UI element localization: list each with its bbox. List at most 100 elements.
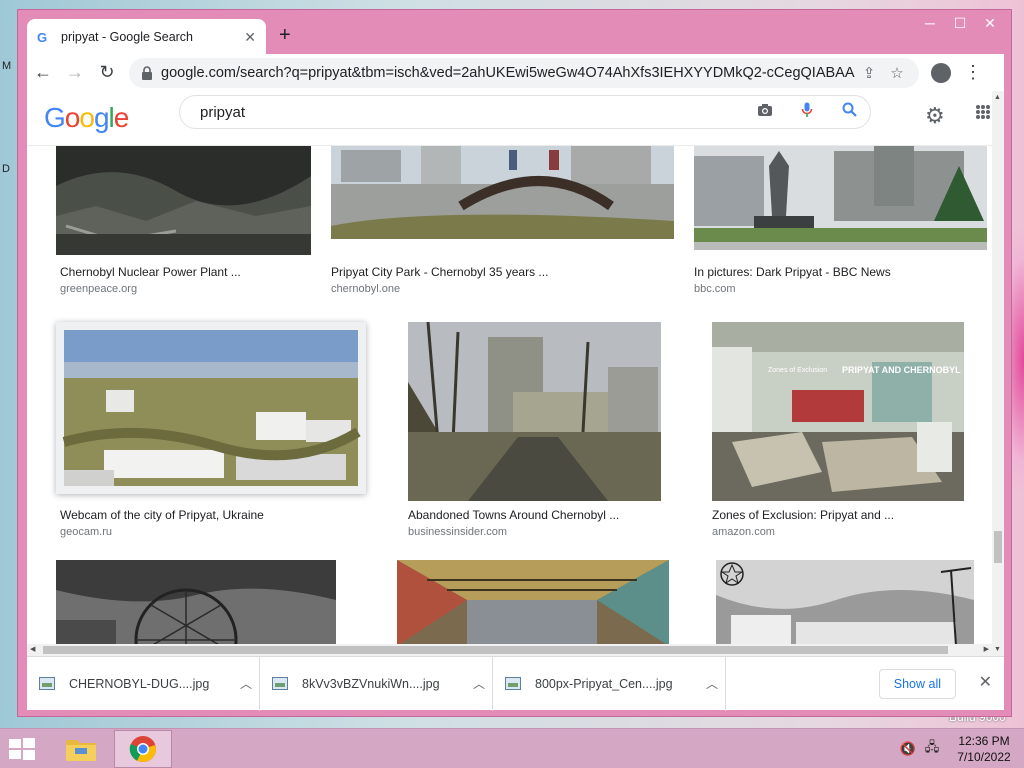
clock-time: 12:36 PM	[958, 734, 1010, 748]
reload-button[interactable]: ↻	[91, 57, 123, 89]
google-logo[interactable]: Google	[44, 102, 130, 134]
image-result-card[interactable]: Zones of Exclusion PRIPYAT AND CHERNOBYL…	[690, 314, 982, 538]
share-icon[interactable]: ⇪	[855, 64, 883, 82]
vertical-scroll-thumb[interactable]	[994, 531, 1002, 563]
title-bar[interactable]: G pripyat - Google Search ✕ + ─ ☐ ✕	[18, 10, 1011, 55]
result-source[interactable]: businessinsider.com	[408, 526, 507, 538]
image-result-card[interactable]	[387, 556, 687, 646]
avatar-icon	[931, 62, 951, 83]
chrome-taskbar-button[interactable]	[114, 730, 172, 768]
desktop-icon-label-d: D	[2, 163, 10, 175]
search-query-text[interactable]: pripyat	[200, 104, 744, 121]
result-thumbnail[interactable]	[716, 560, 974, 646]
download-filename[interactable]: 8kVv3vBZVnukiWn....jpg	[302, 677, 466, 691]
page-viewport: Google pripyat ⚙ Chernobyl Nuclear Power…	[27, 91, 1004, 656]
tab-title: pripyat - Google Search	[61, 30, 194, 44]
download-item[interactable]: 800px-Pripyat_Cen....jpg ︿	[493, 656, 726, 711]
address-bar[interactable]: google.com/search?q=pripyat&tbm=isch&ved…	[129, 57, 919, 88]
chevron-up-icon[interactable]: ︿	[466, 675, 492, 692]
image-result-card[interactable]	[690, 556, 982, 646]
network-icon[interactable]: 🖧	[920, 738, 944, 760]
image-file-icon	[39, 677, 55, 690]
image-file-icon	[505, 677, 521, 690]
scroll-up-arrow-icon[interactable]: ▲	[994, 94, 1001, 101]
result-thumbnail[interactable]	[56, 560, 336, 646]
close-downloads-bar-icon[interactable]: ✕	[979, 672, 992, 692]
volume-muted-icon[interactable]: 🔇	[896, 741, 920, 757]
result-source[interactable]: greenpeace.org	[60, 283, 137, 295]
scroll-left-arrow-icon[interactable]: ◀	[30, 645, 35, 653]
download-item[interactable]: 8kVv3vBZVnukiWn....jpg ︿	[260, 656, 493, 711]
google-favicon-icon: G	[37, 29, 48, 45]
downloads-bar: CHERNOBYL-DUG....jpg ︿ 8kVv3vBZVnukiWn..…	[27, 656, 1004, 711]
clock[interactable]: 12:36 PM 7/10/2022	[944, 733, 1024, 765]
bookmark-star-icon[interactable]: ☆	[883, 64, 911, 82]
maximize-button[interactable]: ☐	[945, 12, 975, 34]
image-result-card[interactable]: In pictures: Dark Pripyat - BBC News bbc…	[677, 146, 987, 296]
profile-avatar[interactable]	[925, 57, 957, 89]
forward-button[interactable]: →	[59, 57, 91, 89]
image-result-card[interactable]: Webcam of the city of Pripyat, Ukraine g…	[40, 314, 370, 538]
windows-start-icon[interactable]	[8, 737, 36, 761]
logo-letter: G	[44, 102, 66, 133]
search-icon[interactable]	[828, 102, 870, 122]
logo-letter: o	[64, 102, 81, 133]
image-result-card[interactable]: Abandoned Towns Around Chernobyl ... bus…	[387, 314, 687, 538]
new-tab-button[interactable]: +	[279, 24, 291, 47]
image-result-card[interactable]: Pripyat City Park - Chernobyl 35 years .…	[317, 146, 674, 296]
result-source[interactable]: chernobyl.one	[331, 283, 400, 295]
scroll-right-arrow-icon[interactable]: ▶	[984, 645, 989, 653]
download-filename[interactable]: CHERNOBYL-DUG....jpg	[69, 677, 233, 691]
result-thumbnail[interactable]	[331, 146, 674, 239]
browser-toolbar: ← → ↻ google.com/search?q=pripyat&tbm=is…	[27, 54, 1004, 91]
result-thumbnail[interactable]	[694, 146, 987, 250]
tab-close-icon[interactable]: ✕	[244, 29, 256, 46]
google-header: Google pripyat ⚙	[27, 91, 992, 146]
download-filename[interactable]: 800px-Pripyat_Cen....jpg	[535, 677, 699, 691]
result-title[interactable]: Chernobyl Nuclear Power Plant ...	[60, 265, 241, 279]
browser-tab[interactable]: G pripyat - Google Search ✕	[27, 19, 266, 55]
result-source[interactable]: amazon.com	[712, 526, 775, 538]
close-window-button[interactable]: ✕	[975, 12, 1005, 34]
scroll-down-arrow-icon[interactable]: ▼	[994, 646, 1001, 653]
logo-letter: e	[113, 102, 130, 133]
microphone-icon[interactable]	[786, 102, 828, 123]
result-title[interactable]: Webcam of the city of Pripyat, Ukraine	[60, 508, 264, 522]
chevron-up-icon[interactable]: ︿	[233, 675, 259, 692]
file-explorer-taskbar-button[interactable]	[52, 730, 110, 768]
image-file-icon	[272, 677, 288, 690]
chrome-menu-button[interactable]: ⋮	[957, 57, 989, 89]
image-result-card[interactable]	[40, 556, 370, 646]
back-button[interactable]: ←	[27, 57, 59, 89]
download-item[interactable]: CHERNOBYL-DUG....jpg ︿	[27, 656, 260, 711]
vertical-scrollbar[interactable]: ▲ ▼	[992, 91, 1004, 656]
desktop-icon-label-m: M	[2, 60, 12, 72]
chrome-window: G pripyat - Google Search ✕ + ─ ☐ ✕ ← → …	[17, 9, 1012, 717]
clock-date: 7/10/2022	[957, 750, 1011, 764]
url-text[interactable]: google.com/search?q=pripyat&tbm=isch&ved…	[161, 65, 855, 81]
system-tray: 🔇 🖧 12:36 PM 7/10/2022	[896, 729, 1024, 768]
result-thumbnail[interactable]	[56, 146, 311, 255]
taskbar: 🔇 🖧 12:36 PM 7/10/2022	[0, 728, 1024, 768]
result-thumbnail[interactable]	[56, 322, 366, 494]
result-source[interactable]: geocam.ru	[60, 526, 112, 538]
horizontal-scroll-thumb[interactable]	[43, 646, 948, 654]
image-result-card[interactable]: Chernobyl Nuclear Power Plant ... greenp…	[40, 146, 312, 296]
result-thumbnail[interactable]: Zones of Exclusion PRIPYAT AND CHERNOBYL	[712, 322, 964, 501]
result-title[interactable]: Pripyat City Park - Chernobyl 35 years .…	[331, 265, 548, 279]
settings-gear-icon[interactable]: ⚙	[925, 103, 945, 129]
horizontal-scrollbar[interactable]: ◀ ▶	[27, 644, 992, 656]
result-source[interactable]: bbc.com	[694, 283, 736, 295]
result-thumbnail[interactable]	[397, 560, 669, 646]
result-thumbnail[interactable]	[408, 322, 661, 501]
camera-icon[interactable]	[744, 103, 786, 122]
result-title[interactable]: In pictures: Dark Pripyat - BBC News	[694, 265, 891, 279]
minimize-button[interactable]: ─	[915, 12, 945, 34]
chevron-up-icon[interactable]: ︿	[699, 675, 725, 692]
chrome-icon	[129, 736, 156, 763]
result-title[interactable]: Zones of Exclusion: Pripyat and ...	[712, 508, 894, 522]
google-apps-icon[interactable]	[976, 105, 990, 119]
show-all-downloads-button[interactable]: Show all	[878, 669, 956, 699]
result-title[interactable]: Abandoned Towns Around Chernobyl ...	[408, 508, 619, 522]
search-input[interactable]: pripyat	[179, 95, 871, 129]
